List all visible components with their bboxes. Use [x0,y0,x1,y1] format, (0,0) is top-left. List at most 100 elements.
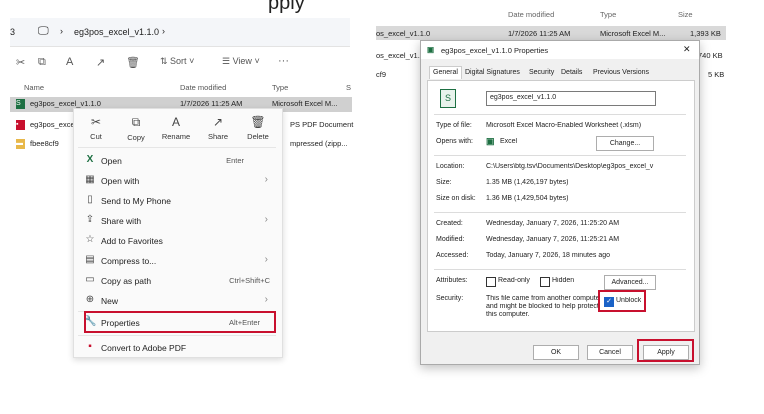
file-date: 1/7/2026 11:25 AM [180,99,243,108]
divider [434,114,686,115]
opens-with-label: Opens with: [436,138,473,145]
rename-action[interactable]: A Rename [156,115,196,141]
adobe-pdf-icon: ▪ [88,341,92,352]
excel-icon: X [86,154,94,165]
excel-file-icon: S [440,89,456,108]
menu-share-with[interactable]: ⇪ Share with › [74,212,280,230]
trash-icon: 🗑 [250,115,266,129]
delete-action[interactable]: 🗑 Delete [238,115,278,141]
created-label: Created: [436,220,463,227]
file-name: cf9 [376,70,387,79]
file-name: eg3pos_exce [30,120,75,129]
divider [434,155,686,156]
divider [434,269,686,270]
menu-send-to-phone[interactable]: ▯ Send to My Phone [74,192,280,210]
unblock-highlight [598,290,646,312]
view-button[interactable]: ☰ View ˅ [222,56,260,67]
breadcrumb-folder[interactable]: eg3pos_excel_v1.1.0 [74,27,159,37]
sort-button[interactable]: ⇅ Sort ˅ [160,56,194,67]
monitor-icon: 🖵 [38,25,49,37]
menu-open-with[interactable]: ▦ Open with › [74,172,280,190]
cut-action[interactable]: ✂ Cut [76,115,116,141]
read-only-checkbox[interactable] [486,277,496,287]
chevron-right-icon: › [60,26,63,36]
size-value: 1.35 MB (1,426,197 bytes) [486,179,569,186]
size-label: Size: [436,179,452,186]
column-date: Date modified [508,10,555,19]
column-type[interactable]: Type [272,83,288,92]
attributes-label: Attributes: [436,277,468,284]
rename-icon[interactable]: A [66,56,73,68]
address-bar[interactable]: 3 🖵 › eg3pos_excel_v1.1.0 › [10,18,350,47]
tab-details[interactable]: Details [561,69,582,76]
column-size[interactable]: S [346,83,351,92]
cancel-button[interactable]: Cancel [587,345,633,360]
column-type: Type [600,10,617,19]
delete-icon[interactable]: 🗑 [126,56,140,69]
tab-security[interactable]: Security [529,69,554,76]
share-action[interactable]: ↗ Share [198,115,238,141]
general-panel: S eg3pos_excel_v1.1.0 Type of file: Micr… [427,80,695,332]
menu-compress[interactable]: ▤ Compress to... › [74,252,280,270]
dialog-titlebar: ▣ eg3pos_excel_v1.1.0 Properties ✕ [421,41,699,59]
apply-highlight [637,339,694,362]
file-type: Microsoft Excel M... [272,99,338,108]
column-name[interactable]: Name [24,83,44,92]
excel-icon: ▣ [486,136,495,146]
column-date[interactable]: Date modified [180,83,226,92]
file-size: 740 KB [698,51,723,60]
divider [78,147,276,148]
modified-label: Modified: [436,236,465,243]
modified-value: Wednesday, January 7, 2026, 11:25:21 AM [486,236,620,243]
location-label: Location: [436,163,465,170]
security-text-line3: this computer. [486,311,530,318]
chevron-right-icon: › [264,254,268,265]
column-size: Size [678,10,693,19]
accessed-label: Accessed: [436,252,469,259]
rename-icon: A [171,115,180,129]
column-headers: Name Date modified Type S [10,80,352,96]
ok-button[interactable]: OK [533,345,579,360]
excel-file-icon: S [16,99,25,109]
chevron-right-icon: › [264,174,268,185]
menu-new[interactable]: ⊕ New › [74,292,280,310]
file-name: eg3pos_excel_v1.1.0 [30,99,101,108]
share-icon: ⇪ [85,214,95,225]
menu-copy-path[interactable]: ▭ Copy as path Ctrl+Shift+C [74,272,280,290]
change-button[interactable]: Change... [596,136,654,151]
security-text-line1: This file came from another compute [486,295,598,302]
hidden-checkbox[interactable] [540,277,550,287]
cropped-heading: pply [268,0,305,14]
file-explorer-window: pply 3 🖵 › eg3pos_excel_v1.1.0 › ✂ ⧉ A ↗… [0,0,360,414]
breadcrumb-prefix: 3 [10,27,16,37]
star-icon: ☆ [85,234,95,245]
folder-icon: ▬ [16,139,25,149]
tab-general[interactable]: General [429,66,462,79]
path-icon: ▭ [85,274,95,285]
advanced-button[interactable]: Advanced... [604,275,656,290]
dialog-title: eg3pos_excel_v1.1.0 Properties [441,46,549,55]
properties-highlight [84,311,276,333]
menu-convert-pdf[interactable]: ▪ Convert to Adobe PDF [74,339,280,357]
copy-action[interactable]: ⧉ Copy [116,115,156,142]
created-value: Wednesday, January 7, 2026, 11:25:20 AM [486,220,620,227]
share-icon: ↗ [212,115,224,129]
menu-open[interactable]: X Open Enter [74,152,280,170]
menu-add-favorites[interactable]: ☆ Add to Favorites [74,232,280,250]
location-value: C:\Users\btg.tsv\Documents\Desktop\eg3po… [486,163,654,170]
close-icon[interactable]: ✕ [683,44,691,55]
copy-icon: ⧉ [131,115,141,129]
filename-input[interactable]: eg3pos_excel_v1.1.0 [486,91,656,106]
opens-with-value: Excel [500,138,518,145]
dialog-tabs: General Digital Signatures Security Deta… [427,66,693,81]
copy-icon[interactable]: ⧉ [38,56,46,69]
tab-digital-signatures[interactable]: Digital Signatures [465,69,520,76]
cut-icon[interactable]: ✂ [16,56,25,69]
tab-previous-versions[interactable]: Previous Versions [593,69,649,76]
phone-icon: ▯ [87,194,93,205]
file-size: 5 KB [708,70,725,79]
share-icon[interactable]: ↗ [96,56,105,69]
file-row[interactable]: os_excel_v1.1.0 1/7/2026 11:25 AM Micros… [376,26,726,40]
chevron-right-icon: › [264,214,268,225]
more-options-button[interactable]: ··· [278,55,289,67]
